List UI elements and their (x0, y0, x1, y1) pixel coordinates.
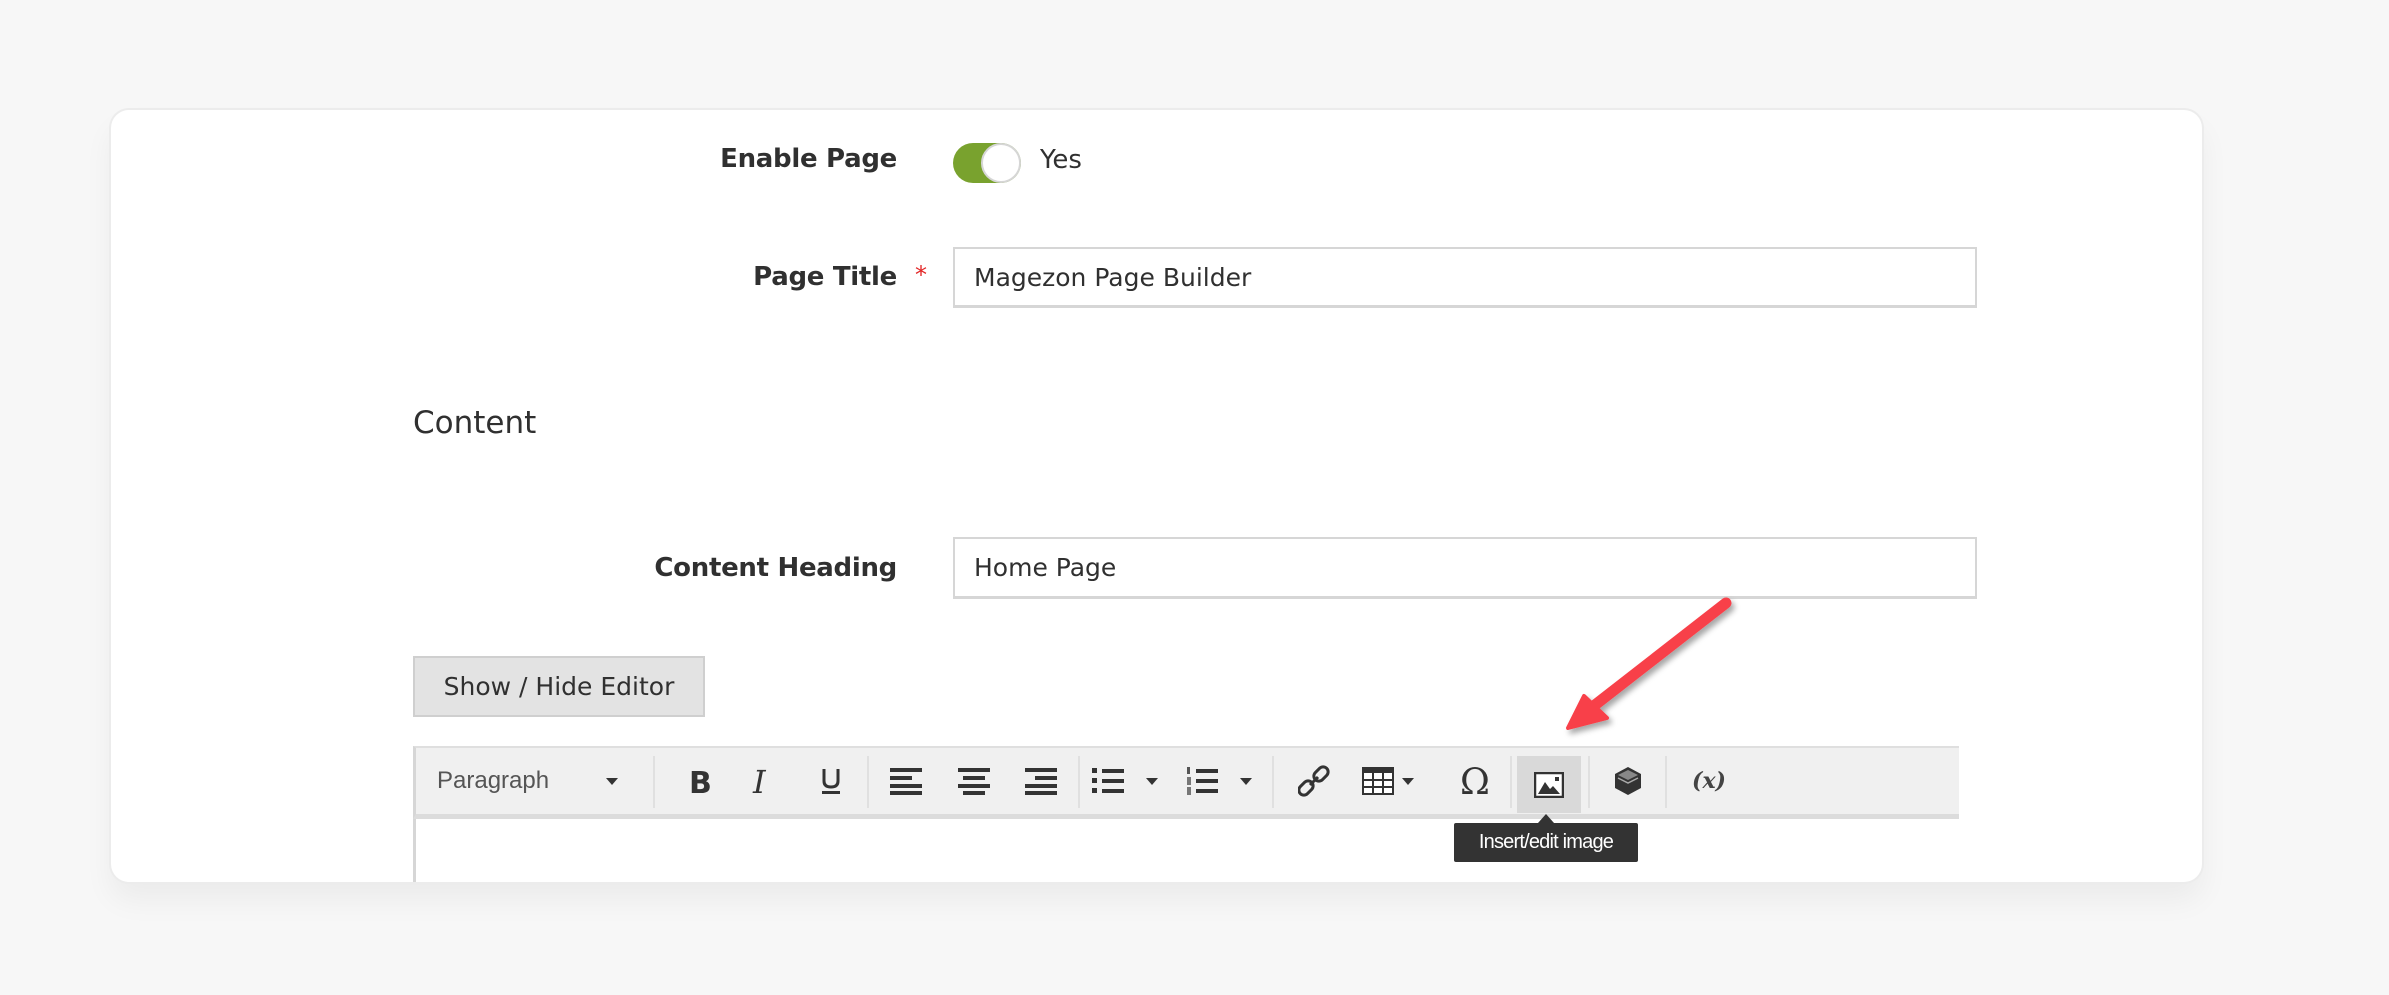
bold-icon: B (689, 766, 711, 796)
link-icon (1298, 765, 1330, 797)
bullet-list-button[interactable] (1092, 748, 1182, 814)
format-select[interactable]: Paragraph (426, 748, 636, 814)
align-left-button[interactable] (881, 748, 931, 814)
numbered-list-icon (1187, 767, 1218, 795)
toolbar-separator (653, 756, 655, 808)
required-marker: * (915, 261, 927, 289)
insert-widget-button[interactable] (1598, 748, 1658, 814)
svg-text:B: B (689, 766, 711, 796)
svg-text:I: I (752, 766, 767, 796)
format-select-value: Paragraph (437, 767, 550, 794)
image-icon (1534, 771, 1564, 798)
content-heading-label: Content Heading (654, 553, 897, 583)
insert-variable-button[interactable]: (x) (1674, 748, 1744, 814)
content-heading-input[interactable] (953, 537, 1977, 599)
chevron-down-icon[interactable] (1146, 777, 1158, 785)
cms-page-form-card: Enable Page Yes Page Title * Content Con… (111, 110, 2202, 882)
toolbar-separator (1588, 756, 1590, 808)
widget-icon (1615, 767, 1641, 795)
link-button[interactable] (1284, 748, 1344, 814)
align-left-icon (890, 768, 922, 795)
bold-button[interactable]: B (674, 748, 724, 814)
chevron-down-icon[interactable] (1240, 777, 1252, 785)
underline-icon (822, 769, 840, 794)
italic-button[interactable]: I (738, 748, 788, 814)
table-button[interactable] (1362, 748, 1432, 814)
toolbar-separator (1078, 756, 1080, 808)
chevron-down-icon[interactable] (1402, 777, 1414, 785)
editor-toolbar: Paragraph B I Ω (x) (413, 746, 1959, 819)
align-right-icon (1025, 768, 1057, 795)
toggle-knob (981, 143, 1021, 183)
page-title-input[interactable] (953, 247, 1977, 308)
align-right-button[interactable] (1016, 748, 1066, 814)
underline-button[interactable] (806, 748, 856, 814)
annotation-arrow-icon (1566, 597, 1732, 730)
numbered-list-button[interactable] (1186, 748, 1276, 814)
enable-page-label: Enable Page (720, 144, 897, 174)
insert-image-button[interactable] (1517, 756, 1581, 813)
toolbar-separator (867, 756, 869, 808)
toolbar-separator (1272, 756, 1274, 808)
svg-text:Ω: Ω (1460, 764, 1490, 798)
bullet-list-icon (1092, 768, 1124, 793)
align-center-button[interactable] (949, 748, 999, 814)
enable-page-toggle[interactable] (953, 143, 1021, 183)
show-hide-editor-button[interactable]: Show / Hide Editor (413, 656, 705, 717)
enable-page-value: Yes (1040, 145, 1082, 175)
variable-icon: (x) (1692, 768, 1726, 794)
content-section-title: Content (413, 405, 537, 441)
omega-icon: Ω (1460, 764, 1490, 798)
table-icon (1362, 767, 1394, 795)
toolbar-separator (1665, 756, 1667, 808)
insert-image-tooltip: Insert/edit image (1454, 814, 1638, 862)
toolbar-separator (1510, 756, 1512, 808)
chevron-down-icon (606, 777, 618, 785)
align-center-icon (958, 768, 990, 795)
italic-icon: I (752, 766, 767, 796)
special-character-button[interactable]: Ω (1446, 748, 1506, 814)
page-title-label: Page Title (753, 262, 897, 292)
